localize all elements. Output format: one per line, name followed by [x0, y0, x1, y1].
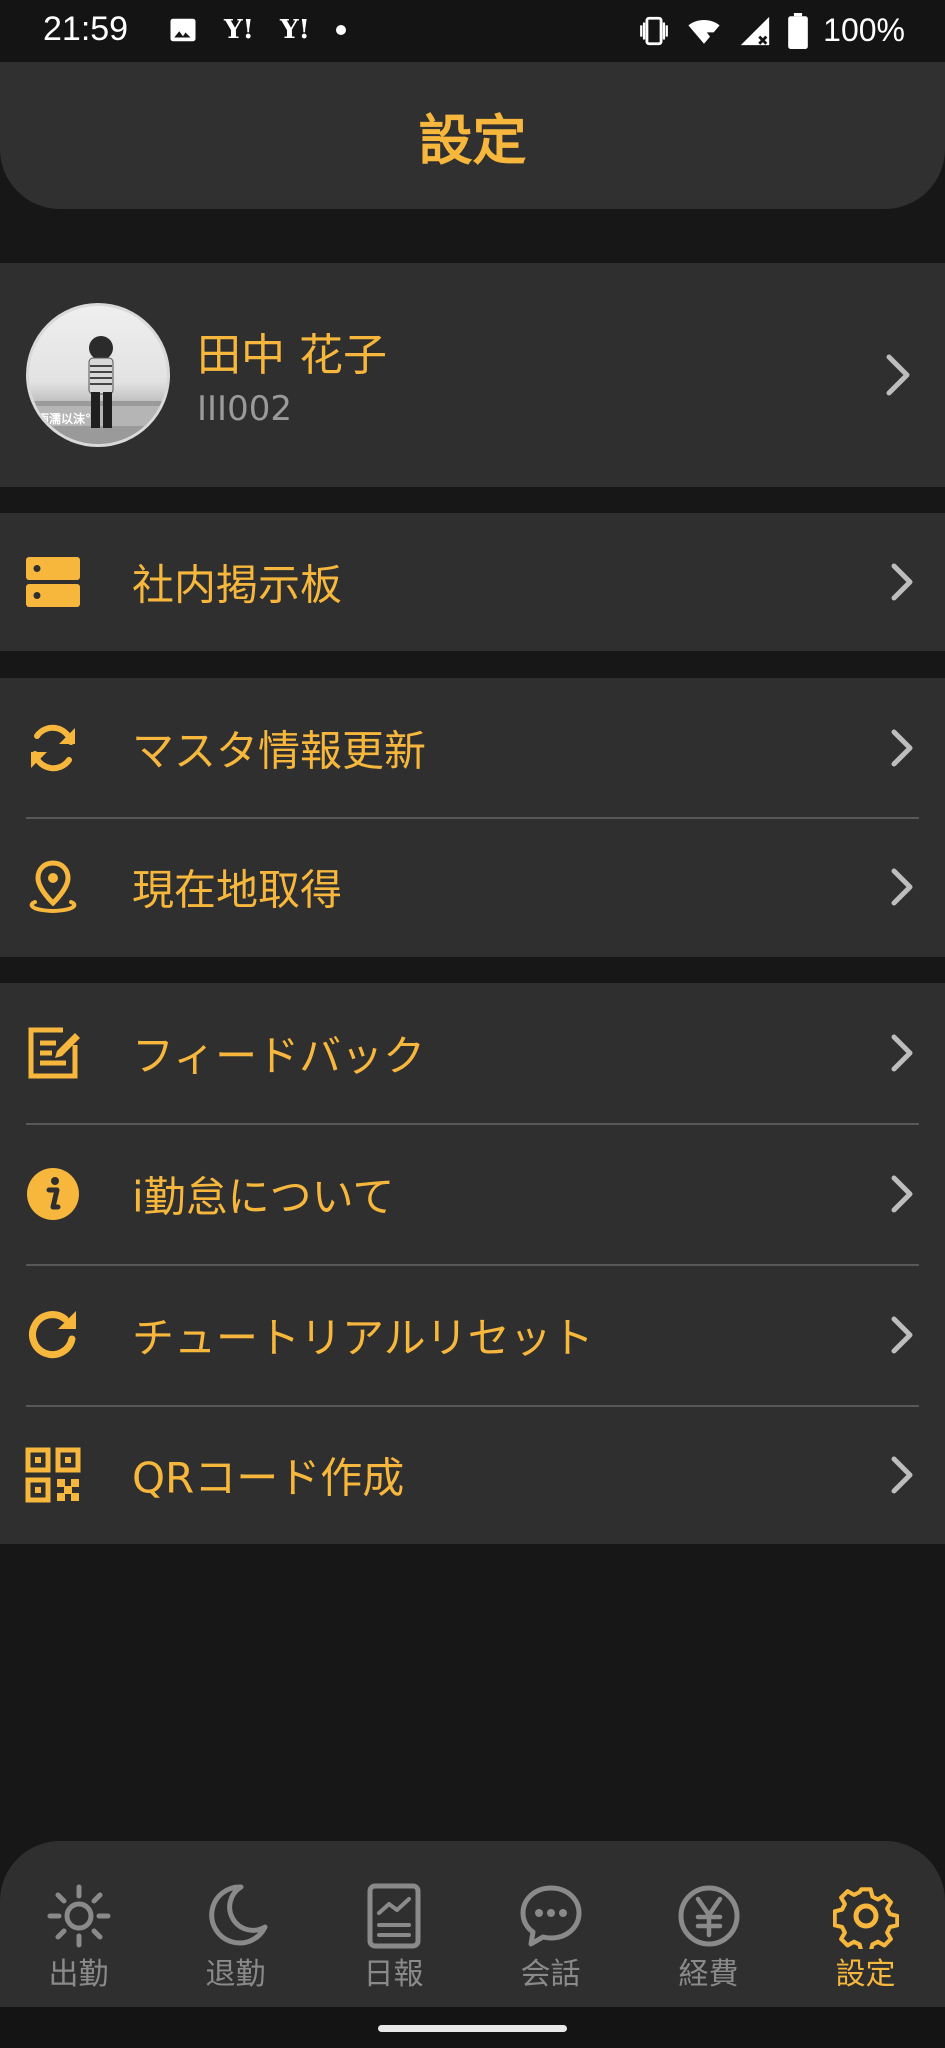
- nav-label: 出勤: [48, 1957, 109, 1992]
- nav-clock-out[interactable]: 退勤: [157, 1841, 314, 2007]
- signal-icon: [740, 16, 770, 45]
- profile-name: 田中 花子: [197, 330, 387, 381]
- chevron-right-icon: [891, 729, 913, 766]
- sun-icon: [47, 1884, 110, 1948]
- nav-chat[interactable]: 会話: [472, 1841, 629, 2007]
- system-icons: 100%: [637, 12, 905, 49]
- chevron-right-icon: [886, 354, 910, 396]
- wifi-icon: [688, 19, 720, 44]
- menu-section-bulletin: 社内掲示板: [0, 513, 945, 651]
- yahoo-icon: Y!: [279, 15, 310, 45]
- menu-label: フィードバック: [132, 1031, 426, 1081]
- menu-section-support: フィードバック i勤怠について チュートリアルリセット QRコード作成: [0, 983, 945, 1544]
- menu-item-about[interactable]: i勤怠について: [0, 1123, 945, 1264]
- menu-item-bulletin[interactable]: 社内掲示板: [0, 513, 945, 651]
- bulletin-board-icon: [26, 557, 80, 607]
- vibrate-icon: [640, 16, 669, 45]
- yahoo-icon: Y!: [224, 15, 254, 45]
- bottom-navigation: 出勤 退勤 日報 会話 経費 設定: [0, 1841, 945, 2007]
- report-icon: [367, 1883, 420, 1949]
- chevron-right-icon: [891, 868, 913, 906]
- menu-item-master-update[interactable]: マスタ情報更新: [0, 678, 945, 817]
- menu-label: 社内掲示板: [132, 560, 343, 610]
- status-time: 21:59: [43, 10, 129, 48]
- chevron-right-icon: [891, 1456, 913, 1493]
- nav-label: 設定: [835, 1957, 896, 1992]
- nav-label: 会話: [520, 1957, 581, 1992]
- page-title: 設定: [418, 109, 527, 172]
- home-indicator[interactable]: [378, 2025, 567, 2032]
- profile-user-id: III002: [197, 389, 292, 429]
- chevron-right-icon: [891, 563, 913, 601]
- nav-settings[interactable]: 設定: [787, 1841, 944, 2007]
- battery-percent: 100%: [823, 12, 905, 48]
- nav-clock-in[interactable]: 出勤: [0, 1841, 157, 2007]
- chevron-right-icon: [891, 1175, 913, 1212]
- gear-icon: [832, 1887, 899, 1949]
- avatar: 雨濡以沫°: [26, 303, 170, 447]
- page-header: 設定: [0, 62, 945, 209]
- yen-icon: [678, 1885, 739, 1947]
- svg-text:雨濡以沫°: 雨濡以沫°: [37, 411, 91, 426]
- menu-item-tutorial-reset[interactable]: チュートリアルリセット: [0, 1264, 945, 1405]
- dot-icon: [335, 25, 346, 35]
- menu-label: マスタ情報更新: [132, 726, 427, 775]
- profile-card[interactable]: 雨濡以沫° 田中 花子 III002: [0, 263, 945, 487]
- battery-icon: [788, 12, 808, 49]
- nav-daily-report[interactable]: 日報: [315, 1841, 472, 2007]
- edit-icon: [28, 1027, 80, 1079]
- image-icon: [170, 18, 196, 42]
- menu-label: QRコード作成: [132, 1453, 405, 1502]
- menu-label: チュートリアルリセット: [132, 1313, 594, 1362]
- menu-item-location[interactable]: 現在地取得: [0, 817, 945, 957]
- chat-icon: [520, 1885, 581, 1947]
- menu-label: 現在地取得: [132, 865, 343, 915]
- menu-item-qr-code[interactable]: QRコード作成: [0, 1405, 945, 1544]
- nav-label: 日報: [363, 1957, 424, 1992]
- info-icon: [27, 1167, 79, 1220]
- refresh-icon: [29, 1310, 76, 1358]
- menu-label: i勤怠について: [132, 1172, 395, 1221]
- qr-code-icon: [25, 1447, 81, 1502]
- nav-label: 退勤: [205, 1957, 266, 1992]
- sync-icon: [31, 724, 75, 771]
- chevron-right-icon: [891, 1034, 913, 1072]
- status-bar: 21:59 Y! Y! 100%: [0, 0, 945, 62]
- notification-icons: Y! Y!: [168, 15, 346, 45]
- moon-icon: [208, 1884, 267, 1946]
- nav-label: 経費: [678, 1957, 739, 1992]
- nav-expenses[interactable]: 経費: [630, 1841, 787, 2007]
- chevron-right-icon: [891, 1316, 913, 1353]
- menu-item-feedback[interactable]: フィードバック: [0, 983, 945, 1123]
- location-pin-icon: [29, 860, 77, 914]
- menu-section-data: マスタ情報更新 現在地取得: [0, 678, 945, 957]
